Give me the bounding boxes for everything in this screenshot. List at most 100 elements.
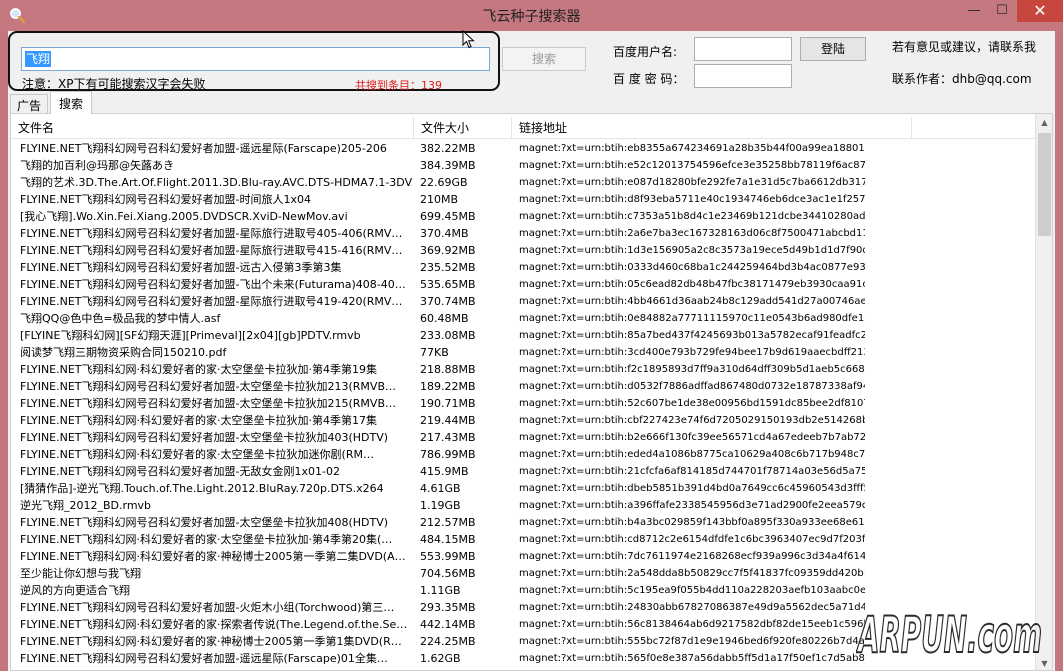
- file-size-cell: 370.4MB: [420, 227, 469, 240]
- table-row[interactable]: [FLYINE飞翔科幻网][SF幻翔天涯][Primeval][2x04][gb…: [11, 327, 1035, 344]
- close-button[interactable]: ✕: [1017, 0, 1063, 22]
- file-name-cell: FLYINE.NET飞翔科幻网·科幻爱好者的家·神秘博士2005第一季第1集DV…: [20, 635, 402, 648]
- magnet-link-cell: magnet:?xt=urn:btih:d0532f7886adffad8674…: [519, 381, 865, 392]
- table-row[interactable]: 逆风的方向更适合飞翔 1.11GB magnet:?xt=urn:btih:5c19…: [11, 582, 1035, 599]
- table-row[interactable]: FLYINE.NET飞翔科幻网号召科幻爱好者加盟-太空堡垒卡拉狄加213(RMV…: [11, 378, 1035, 395]
- scroll-thumb[interactable]: [1038, 133, 1051, 236]
- table-row[interactable]: FLYINE.NET飞翔科幻网号召科幻爱好者加盟-太空堡垒卡拉狄加408(HDT…: [11, 514, 1035, 531]
- search-input[interactable]: 飞翔: [21, 47, 490, 71]
- tab-search[interactable]: 搜索: [50, 91, 93, 114]
- magnet-link-cell: magnet:?xt=urn:btih:c7353a51b8d4c1e23469…: [519, 211, 865, 222]
- file-name-cell: FLYINE.NET飞翔科幻网号召科幻爱好者加盟-太空堡垒卡拉狄加403(HDT…: [20, 431, 389, 444]
- magnet-link-cell: magnet:?xt=urn:btih:4bb4661d36aab24b8c12…: [519, 296, 865, 307]
- file-name-cell: [FLYINE飞翔科幻网][SF幻翔天涯][Primeval][2x04][gb…: [20, 329, 361, 342]
- magnet-link-cell: magnet:?xt=urn:btih:e087d18280bfe292fe7a…: [519, 177, 865, 188]
- table-row[interactable]: FLYINE.NET飞翔科幻网·科幻爱好者的家·探索者传说(The.Legend…: [11, 616, 1035, 633]
- file-size-cell: 235.52MB: [420, 261, 476, 274]
- file-size-cell: 484.15MB: [420, 533, 476, 546]
- table-row[interactable]: 飞翔的艺术.3D.The.Art.Of.Flight.2011.3D.Blu-r…: [11, 174, 1035, 191]
- table-row[interactable]: 飞翔的加百利@玛那@矢蕗あき 384.39MB magnet:?xt=urn:bti…: [11, 157, 1035, 174]
- file-name-cell: FLYINE.NET飞翔科幻网·科幻爱好者的家·太空堡垒卡拉狄加迷你剧(RM…: [20, 448, 374, 461]
- file-size-cell: 22.69GB: [420, 176, 468, 189]
- list-rows: FLYINE.NET飞翔科幻网号召科幻爱好者加盟-遥远星际(Farscape)2…: [11, 140, 1035, 667]
- magnet-link-cell: magnet:?xt=urn:btih:a396ffafe2338545956d…: [519, 500, 865, 511]
- file-size-cell: 293.35MB: [420, 601, 476, 614]
- minimize-button[interactable]: —: [960, 0, 988, 22]
- column-header-filesize[interactable]: 文件大小: [414, 117, 512, 139]
- password-input[interactable]: [694, 64, 792, 88]
- search-button[interactable]: 搜索: [502, 47, 586, 71]
- magnet-link-cell: magnet:?xt=urn:btih:5c195ea9f055b4dd110a…: [519, 585, 865, 596]
- table-row[interactable]: [我心飞翔].Wo.Xin.Fei.Xiang.2005.DVDSCR.XviD…: [11, 208, 1035, 225]
- table-row[interactable]: 至少能让你幻想与我飞翔 704.56MB magnet:?xt=urn:btih:2…: [11, 565, 1035, 582]
- file-name-cell: FLYINE.NET飞翔科幻网号召科幻爱好者加盟-太空堡垒卡拉狄加213(RMV…: [20, 380, 396, 393]
- tab-ad[interactable]: 广告: [10, 94, 49, 114]
- table-row[interactable]: FLYINE.NET飞翔科幻网·科幻爱好者的家·神秘博士2005第一季第1集DV…: [11, 633, 1035, 650]
- file-size-cell: 219.44MB: [420, 414, 476, 427]
- table-row[interactable]: FLYINE.NET飞翔科幻网·科幻爱好者的家·太空堡垒卡拉狄加迷你剧(RM… 7…: [11, 446, 1035, 463]
- table-row[interactable]: FLYINE.NET飞翔科幻网号召科幻爱好者加盟-遥远星际(Farscape)0…: [11, 650, 1035, 667]
- file-name-cell: FLYINE.NET飞翔科幻网号召科幻爱好者加盟-时间旅人1x04: [20, 193, 312, 206]
- password-label: 百 度 密 码：: [613, 72, 685, 86]
- vertical-scrollbar[interactable]: ▲ ▼: [1035, 114, 1052, 670]
- magnet-link-cell: magnet:?xt=urn:btih:eb8355a674234691a28b…: [519, 143, 865, 154]
- magnet-link-cell: magnet:?xt=urn:btih:2a548dda8b50829cc7f5…: [519, 568, 865, 579]
- table-row[interactable]: 飞翔QQ@色中色=极品我的梦中情人.asf 60.48MB magnet:?xt=u…: [11, 310, 1035, 327]
- tab-strip: 广告 搜索: [8, 91, 208, 114]
- table-row[interactable]: FLYINE.NET飞翔科幻网号召科幻爱好者加盟-时间旅人1x04 210MB ma…: [11, 191, 1035, 208]
- magnet-link-cell: magnet:?xt=urn:btih:05c6ead82db48b47fbc3…: [519, 279, 865, 290]
- magnet-link-cell: magnet:?xt=urn:btih:e52c12013754596efce3…: [519, 160, 865, 171]
- username-input[interactable]: [694, 37, 792, 61]
- file-size-cell: 190.71MB: [420, 397, 476, 410]
- file-name-cell: FLYINE.NET飞翔科幻网·科幻爱好者的家·太空堡垒卡拉狄加·第4季第19集: [20, 363, 378, 376]
- file-size-cell: 384.39MB: [420, 159, 476, 172]
- file-name-cell: FLYINE.NET飞翔科幻网号召科幻爱好者加盟-星际旅行进取号415-416(…: [20, 244, 403, 257]
- magnet-link-cell: magnet:?xt=urn:btih:3cd400e793b729fe94be…: [519, 347, 865, 358]
- magnet-link-cell: magnet:?xt=urn:btih:0e84882a77711115970c…: [519, 313, 865, 324]
- column-header-link[interactable]: 链接地址: [512, 117, 912, 139]
- column-header-filename[interactable]: 文件名: [11, 117, 414, 139]
- mouse-cursor-icon: [462, 30, 475, 49]
- table-row[interactable]: 阅读梦飞翔三期物资采购合同150210.pdf 77KB magnet:?xt=ur…: [11, 344, 1035, 361]
- file-size-cell: 217.43MB: [420, 431, 476, 444]
- login-button[interactable]: 登陆: [800, 37, 866, 61]
- file-size-cell: 1.62GB: [420, 652, 461, 665]
- scroll-down-arrow-icon[interactable]: ▼: [1036, 655, 1052, 670]
- table-row[interactable]: FLYINE.NET飞翔科幻网·科幻爱好者的家·太空堡垒卡拉狄加·第4季第17集…: [11, 412, 1035, 429]
- table-row[interactable]: FLYINE.NET飞翔科幻网·科幻爱好者的家·太空堡垒卡拉狄加·第4季第19集…: [11, 361, 1035, 378]
- file-name-cell: 飞翔的艺术.3D.The.Art.Of.Flight.2011.3D.Blu-r…: [20, 176, 412, 189]
- table-row[interactable]: 逆光飞翔_2012_BD.rmvb 1.19GB magnet:?xt=urn:bt…: [11, 497, 1035, 514]
- table-row[interactable]: FLYINE.NET飞翔科幻网号召科幻爱好者加盟-太空堡垒卡拉狄加403(HDT…: [11, 429, 1035, 446]
- xp-notice: 注意：XP下有可能搜索汉字会失败: [22, 77, 206, 91]
- table-row[interactable]: FLYINE.NET飞翔科幻网·科幻爱好者的家·神秘博士2005第一季第二集DV…: [11, 548, 1035, 565]
- file-size-cell: 369.92MB: [420, 244, 476, 257]
- table-row[interactable]: FLYINE.NET飞翔科幻网号召科幻爱好者加盟-远古入侵第3季第3集 235.5…: [11, 259, 1035, 276]
- table-row[interactable]: FLYINE.NET飞翔科幻网号召科幻爱好者加盟-星际旅行进取号405-406(…: [11, 225, 1035, 242]
- magnet-link-cell: magnet:?xt=urn:btih:24830abb67827086387e…: [519, 602, 865, 613]
- magnet-link-cell: magnet:?xt=urn:btih:1d3e156905a2c8c3573a…: [519, 245, 865, 256]
- file-name-cell: FLYINE.NET飞翔科幻网号召科幻爱好者加盟-太空堡垒卡拉狄加215(RMV…: [20, 397, 396, 410]
- magnet-link-cell: magnet:?xt=urn:btih:21cfcfa6af814185d744…: [519, 466, 865, 477]
- table-row[interactable]: FLYINE.NET飞翔科幻网号召科幻爱好者加盟-太空堡垒卡拉狄加215(RMV…: [11, 395, 1035, 412]
- table-row[interactable]: FLYINE.NET飞翔科幻网号召科幻爱好者加盟-无敌女金刚1x01-02 415…: [11, 463, 1035, 480]
- table-row[interactable]: FLYINE.NET飞翔科幻网号召科幻爱好者加盟-星际旅行进取号419-420(…: [11, 293, 1035, 310]
- file-size-cell: 786.99MB: [420, 448, 476, 461]
- file-size-cell: 1.11GB: [420, 584, 461, 597]
- table-row[interactable]: [猜猜作品]-逆光飞翔.Touch.of.The.Light.2012.BluR…: [11, 480, 1035, 497]
- file-name-cell: FLYINE.NET飞翔科幻网号召科幻爱好者加盟-太空堡垒卡拉狄加408(HDT…: [20, 516, 389, 529]
- file-name-cell: 逆光飞翔_2012_BD.rmvb: [20, 499, 152, 512]
- magnet-link-cell: magnet:?xt=urn:btih:f2c1895893d7ff9a310d…: [519, 364, 865, 375]
- file-size-cell: 370.74MB: [420, 295, 476, 308]
- file-name-cell: FLYINE.NET飞翔科幻网·科幻爱好者的家·太空堡垒卡拉狄加·第4季第17集: [20, 414, 378, 427]
- magnet-link-cell: magnet:?xt=urn:btih:b2e666f130fc39ee5657…: [519, 432, 865, 443]
- table-row[interactable]: FLYINE.NET飞翔科幻网号召科幻爱好者加盟-星际旅行进取号415-416(…: [11, 242, 1035, 259]
- table-row[interactable]: FLYINE.NET飞翔科幻网号召科幻爱好者加盟-遥远星际(Farscape)2…: [11, 140, 1035, 157]
- table-row[interactable]: FLYINE.NET飞翔科幻网号召科幻爱好者加盟-火炬木小组(Torchwood…: [11, 599, 1035, 616]
- table-row[interactable]: FLYINE.NET飞翔科幻网号召科幻爱好者加盟-飞出个未来(Futurama)…: [11, 276, 1035, 293]
- file-size-cell: 699.45MB: [420, 210, 476, 223]
- magnet-link-cell: magnet:?xt=urn:btih:cbf227423e74f6d72050…: [519, 415, 865, 426]
- maximize-button[interactable]: ☐: [988, 0, 1016, 22]
- table-row[interactable]: FLYINE.NET飞翔科幻网·科幻爱好者的家·太空堡垒卡拉狄加·第4季第20集…: [11, 531, 1035, 548]
- scroll-up-arrow-icon[interactable]: ▲: [1036, 114, 1052, 131]
- file-size-cell: 553.99MB: [420, 550, 476, 563]
